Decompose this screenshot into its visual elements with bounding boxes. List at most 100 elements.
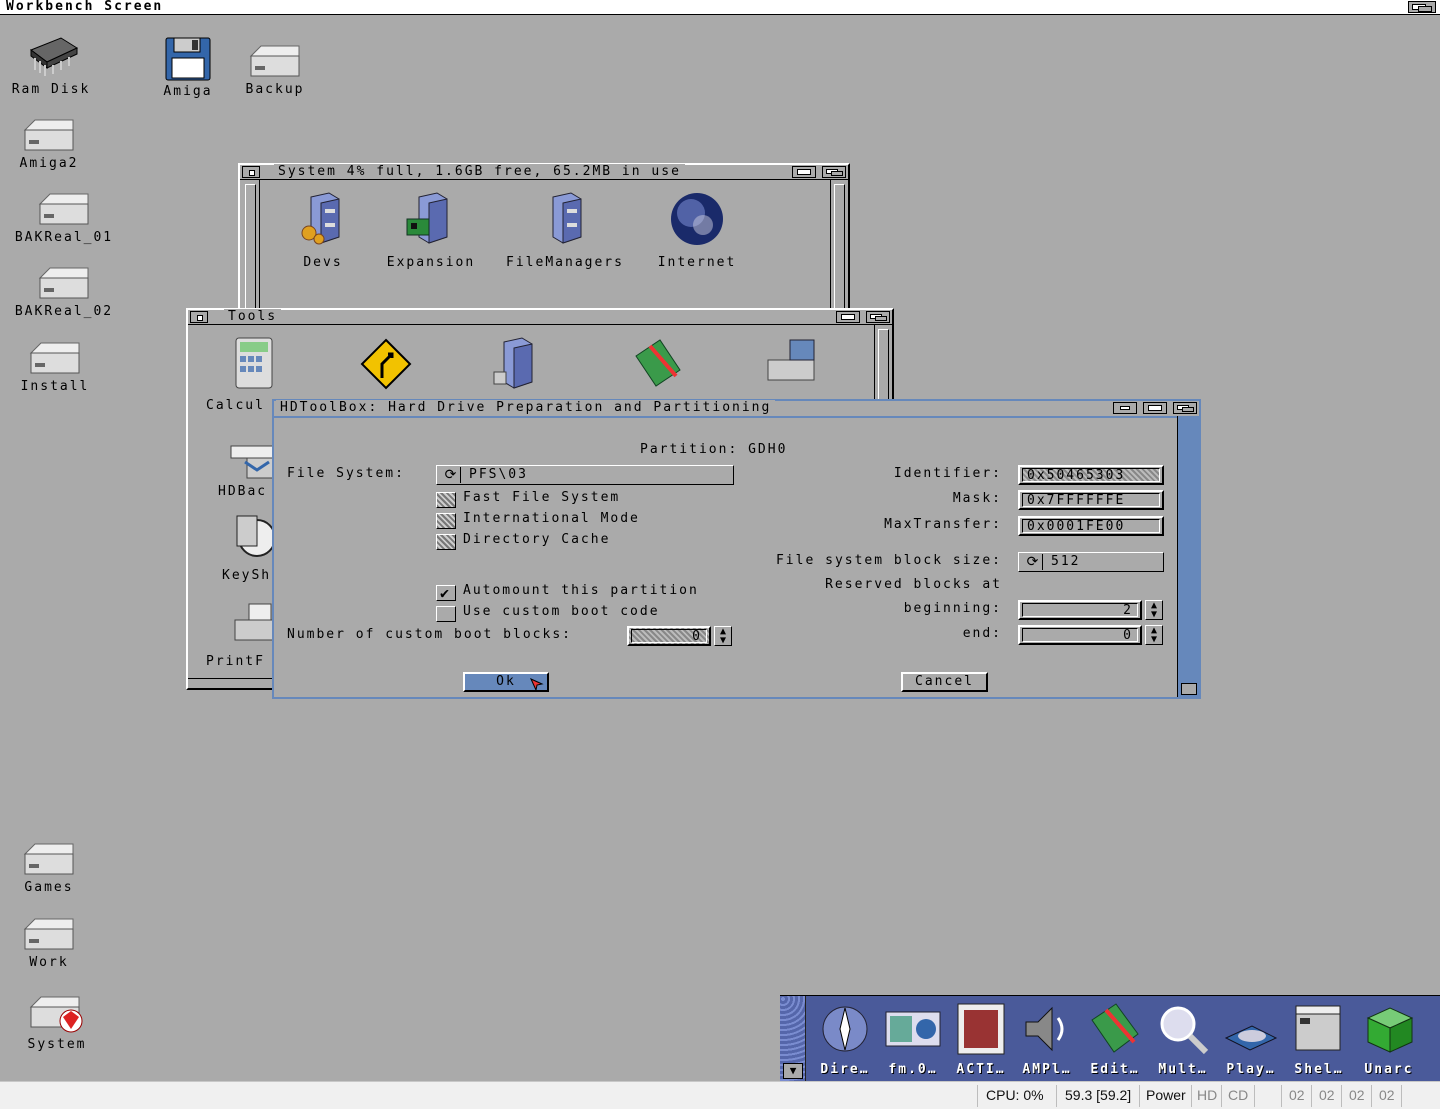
- file-manager-icon: [885, 1011, 941, 1047]
- zoom-gadget[interactable]: [1143, 402, 1167, 414]
- identifier-field[interactable]: 0x50465303: [1018, 465, 1164, 485]
- block-size-cycle[interactable]: ⟳ 512: [1018, 552, 1164, 572]
- dock-drag-handle[interactable]: ▼: [780, 996, 806, 1082]
- end-stepper[interactable]: ▲ ▼: [1145, 625, 1163, 645]
- ok-button-label: Ok: [496, 674, 516, 689]
- desktop-icon-label: Ram Disk: [11, 82, 91, 97]
- end-value: 0: [1022, 628, 1138, 643]
- drawer-icon-label: Expansion: [386, 255, 476, 270]
- block-size-label: File system block size:: [775, 553, 1002, 568]
- drawer-icon-internet[interactable]: Internet: [632, 191, 762, 270]
- reserved-blocks-label: Reserved blocks at: [825, 577, 1002, 592]
- drive-df2: 02: [1349, 1087, 1365, 1103]
- dock-item-multiview[interactable]: Mult…: [1150, 1000, 1216, 1077]
- fast-file-system-checkbox[interactable]: [436, 492, 456, 508]
- system-drawer-window[interactable]: System 4% full, 1.6GB free, 65.2MB in us…: [238, 163, 850, 323]
- dock-item-play[interactable]: Play…: [1218, 1000, 1284, 1077]
- dock-item-amplifier[interactable]: AMPl…: [1014, 1000, 1080, 1077]
- hard-drive-icon: [23, 119, 74, 151]
- desktop-icon-label: BAKReal_01: [14, 230, 114, 245]
- power-led: Power: [1146, 1087, 1186, 1103]
- drawer-icon-expansion[interactable]: Expansion: [366, 191, 496, 270]
- screen-title-bar[interactable]: Workbench Screen: [0, 0, 1440, 15]
- mask-label: Mask:: [952, 491, 1002, 506]
- international-mode-checkbox[interactable]: [436, 513, 456, 529]
- cabinet-lock-icon[interactable]: [488, 336, 544, 392]
- screen-depth-gadget[interactable]: [1408, 1, 1436, 13]
- app-dock[interactable]: ▼ Dire… fm.0… ACTI… AMPl… Edit… Mult… Pl…: [780, 995, 1440, 1082]
- dock-item-fm[interactable]: fm.0…: [880, 1000, 946, 1077]
- dock-item-label: ACTI…: [956, 1062, 1006, 1077]
- checkmark-icon: ✔: [440, 584, 450, 602]
- system-window-scrollbar[interactable]: [830, 180, 848, 321]
- automount-checkbox[interactable]: ✔: [436, 584, 456, 602]
- printer-icon[interactable]: [764, 338, 820, 390]
- shell-window-icon: [1295, 1005, 1341, 1051]
- cycle-icon: ⟳: [441, 467, 461, 483]
- drawer-icon-label: Internet: [657, 255, 737, 270]
- signpost-icon[interactable]: [360, 338, 412, 390]
- printer-icon: [234, 603, 274, 641]
- mask-value: 0x7FFFFFFE: [1022, 493, 1160, 508]
- notepad-pencil-icon: [1091, 1003, 1139, 1053]
- beginning-field[interactable]: 2: [1018, 600, 1142, 620]
- block-size-value: 512: [1051, 554, 1081, 569]
- desktop-icon-label: BAKReal_02: [14, 304, 114, 319]
- zoom-gadget[interactable]: [836, 311, 860, 323]
- depth-gadget[interactable]: [866, 311, 890, 323]
- dock-item-label: Unarc: [1364, 1062, 1414, 1077]
- desktop-icon-ram-disk[interactable]: Ram Disk: [0, 30, 106, 97]
- drawer-icon-filemanagers[interactable]: FileManagers: [500, 191, 630, 270]
- iconify-gadget[interactable]: [1113, 402, 1137, 414]
- desktop-icon-label: Amiga2: [19, 156, 79, 171]
- desktop-icon-bakreal-01[interactable]: BAKReal_01: [9, 192, 119, 245]
- desktop-icon-work[interactable]: Work: [0, 917, 104, 970]
- desktop-icon-label: Backup: [245, 82, 305, 97]
- cabinet-gears-icon: [301, 192, 340, 245]
- desktop-icon-backup[interactable]: Backup: [220, 44, 330, 97]
- desktop-icon-amiga2[interactable]: Amiga2: [0, 118, 104, 171]
- drive-df1: 02: [1319, 1087, 1335, 1103]
- cancel-button[interactable]: Cancel: [901, 672, 988, 692]
- end-field[interactable]: 0: [1018, 625, 1142, 645]
- dock-item-directory-opus[interactable]: Dire…: [812, 1000, 878, 1077]
- file-system-cycle[interactable]: ⟳ PFS\03: [436, 465, 734, 485]
- notepad-pencil-icon[interactable]: [630, 336, 686, 392]
- close-gadget[interactable]: [242, 166, 260, 178]
- resize-gadget[interactable]: [1181, 683, 1197, 695]
- magnifier-icon: [1160, 1006, 1209, 1055]
- close-gadget[interactable]: [190, 311, 208, 323]
- depth-gadget[interactable]: [1173, 402, 1197, 414]
- maxtransfer-field[interactable]: 0x0001FE00: [1018, 516, 1164, 536]
- depth-gadget[interactable]: [822, 166, 846, 178]
- dock-item-editor[interactable]: Edit…: [1082, 1000, 1148, 1077]
- tools-window-title-bar[interactable]: Tools: [188, 309, 892, 325]
- mask-field[interactable]: 0x7FFFFFFE: [1018, 490, 1164, 510]
- chevron-down-icon[interactable]: ▼: [783, 1063, 803, 1079]
- beginning-stepper[interactable]: ▲ ▼: [1145, 600, 1163, 620]
- system-window-title-bar[interactable]: System 4% full, 1.6GB free, 65.2MB in us…: [240, 164, 848, 180]
- calculator-icon: [235, 337, 273, 389]
- hdtoolbox-title-bar[interactable]: HDToolBox: Hard Drive Preparation and Pa…: [274, 400, 1199, 416]
- maxtransfer-label: MaxTransfer:: [884, 517, 1002, 532]
- boing-hard-drive-icon: [29, 996, 83, 1033]
- dock-item-activity[interactable]: ACTI…: [948, 1000, 1014, 1077]
- cpu-usage: CPU: 0%: [986, 1087, 1044, 1103]
- dock-item-unarc[interactable]: Unarc: [1356, 1000, 1422, 1077]
- zoom-gadget[interactable]: [792, 166, 816, 178]
- desktop-icon-games[interactable]: Games: [0, 842, 104, 895]
- speaker-icon: [1025, 1006, 1064, 1052]
- custom-boot-blocks-label: Number of custom boot blocks:: [287, 627, 572, 642]
- directory-cache-checkbox[interactable]: [436, 534, 456, 550]
- floppy-disk-icon: [165, 37, 211, 81]
- dock-item-shell[interactable]: Shel…: [1286, 1000, 1352, 1077]
- custom-boot-checkbox[interactable]: [436, 606, 456, 622]
- hdtoolbox-window[interactable]: HDToolBox: Hard Drive Preparation and Pa…: [272, 399, 1201, 699]
- film-icon: [957, 1003, 1005, 1055]
- directory-cache-label: Directory Cache: [463, 532, 611, 547]
- hard-drive-icon: [29, 342, 80, 374]
- desktop-icon-bakreal-02[interactable]: BAKReal_02: [9, 266, 119, 319]
- desktop-icon-system[interactable]: System: [2, 995, 112, 1052]
- dock-item-label: fm.0…: [888, 1062, 938, 1077]
- desktop-icon-install[interactable]: Install: [0, 341, 110, 394]
